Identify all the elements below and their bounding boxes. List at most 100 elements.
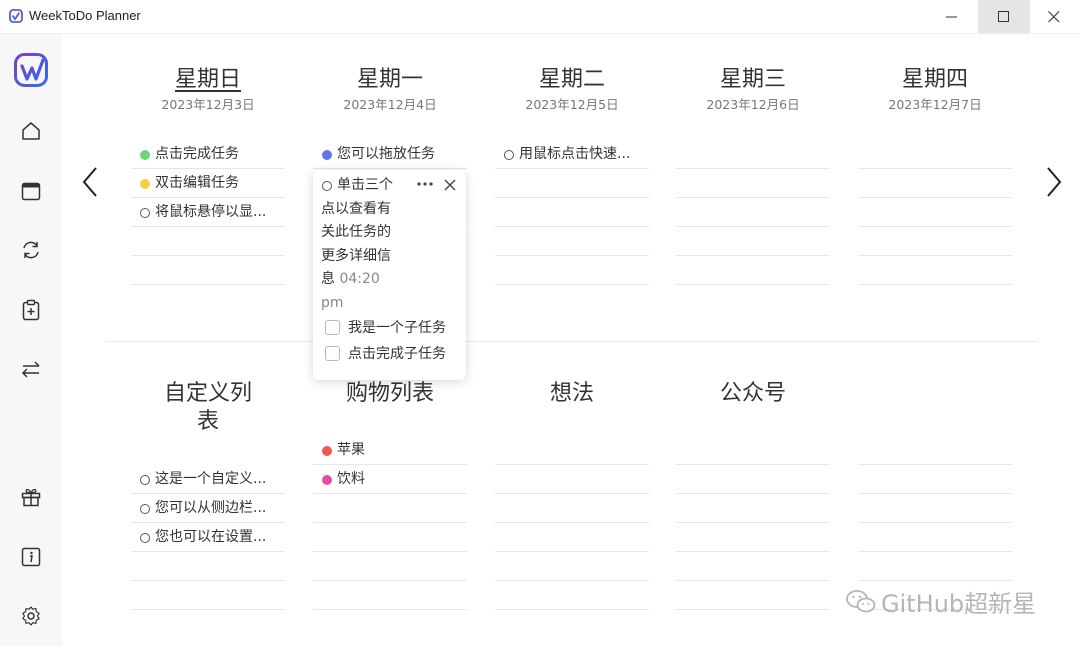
empty-task-slot[interactable] <box>858 169 1012 198</box>
sidebar-item-gift[interactable] <box>16 482 46 512</box>
close-icon <box>1048 10 1060 22</box>
popup-close-button[interactable] <box>442 177 458 193</box>
day-name[interactable]: 星期一 <box>313 65 467 95</box>
task-item[interactable]: 用鼠标点击快速... <box>495 140 649 169</box>
task-item[interactable]: 这是一个自定义... <box>131 465 285 494</box>
empty-list-column <box>858 380 1012 610</box>
prev-week-button[interactable] <box>78 162 102 202</box>
day-name[interactable]: 星期二 <box>495 65 649 95</box>
hollow-dot-icon <box>504 150 514 160</box>
sidebar-item-add-list[interactable] <box>16 295 46 325</box>
app-logo[interactable] <box>13 52 49 88</box>
empty-task-slot[interactable] <box>858 140 1012 169</box>
empty-task-slot[interactable] <box>858 198 1012 227</box>
empty-task-slot[interactable] <box>131 581 285 610</box>
window-title: WeekToDo Planner <box>29 8 141 23</box>
list-title[interactable]: 购物列表 <box>313 380 467 408</box>
day-date: 2023年12月7日 <box>888 97 982 112</box>
empty-task-slot[interactable] <box>676 552 830 581</box>
empty-task-slot[interactable] <box>676 140 830 169</box>
subtask-item[interactable]: 点击完成子任务 <box>324 344 446 364</box>
sidebar-item-settings[interactable] <box>16 601 46 631</box>
gift-icon <box>21 488 41 507</box>
empty-task-slot[interactable] <box>676 256 830 285</box>
next-week-button[interactable] <box>1042 162 1066 202</box>
task-item[interactable]: 将鼠标悬停以显... <box>131 198 285 227</box>
empty-task-slot[interactable] <box>131 227 285 256</box>
more-options-button[interactable] <box>415 176 435 192</box>
ideas-list-column: 想法 <box>495 380 649 610</box>
empty-task-slot[interactable] <box>495 198 649 227</box>
watermark: GitHub超新星 <box>845 584 1036 619</box>
minimize-button[interactable] <box>926 0 978 33</box>
list-title[interactable]: 想法 <box>495 380 649 408</box>
empty-task-slot[interactable] <box>676 494 830 523</box>
sidebar-item-calendar[interactable] <box>16 176 46 206</box>
close-button[interactable] <box>1028 0 1080 33</box>
list-title[interactable]: 自定义列表 <box>131 380 285 436</box>
empty-task-slot[interactable] <box>858 523 1012 552</box>
sidebar-item-info[interactable] <box>16 542 46 572</box>
task-item[interactable]: 饮料 <box>313 465 467 494</box>
empty-task-slot[interactable] <box>676 198 830 227</box>
day-date: 2023年12月3日 <box>161 97 255 112</box>
empty-task-slot[interactable] <box>676 465 830 494</box>
empty-task-slot[interactable] <box>495 552 649 581</box>
list-title[interactable]: 公众号 <box>676 380 830 408</box>
task-item[interactable]: 您也可以在设置... <box>131 523 285 552</box>
hollow-dot-icon <box>140 533 150 543</box>
empty-task-slot[interactable] <box>313 523 467 552</box>
task-item[interactable]: 苹果 <box>313 436 467 465</box>
chevron-left-icon <box>82 167 97 197</box>
sidebar-item-sync[interactable] <box>16 235 46 265</box>
empty-task-slot[interactable] <box>495 436 649 465</box>
main-area: 星期日 2023年12月3日 点击完成任务 双击编辑任务 将鼠标悬停以显... … <box>62 34 1080 646</box>
empty-task-slot[interactable] <box>495 169 649 198</box>
task-item[interactable]: 您可以拖放任务 <box>313 140 467 169</box>
day-name[interactable]: 星期四 <box>858 65 1012 95</box>
empty-task-slot[interactable] <box>676 227 830 256</box>
account-list-column: 公众号 <box>676 380 830 610</box>
empty-task-slot[interactable] <box>858 494 1012 523</box>
empty-task-slot[interactable] <box>131 552 285 581</box>
task-item[interactable]: 双击编辑任务 <box>131 169 285 198</box>
empty-task-slot[interactable] <box>131 256 285 285</box>
empty-task-slot[interactable] <box>495 494 649 523</box>
empty-task-slot[interactable] <box>495 465 649 494</box>
empty-task-slot[interactable] <box>676 436 830 465</box>
task-item[interactable]: 您可以从侧边栏... <box>131 494 285 523</box>
empty-task-slot[interactable] <box>858 436 1012 465</box>
empty-task-slot[interactable] <box>495 523 649 552</box>
empty-task-slot[interactable] <box>495 581 649 610</box>
empty-task-slot[interactable] <box>676 523 830 552</box>
empty-task-slot[interactable] <box>676 581 830 610</box>
blue-dot-icon <box>322 150 332 160</box>
sidebar-item-home[interactable] <box>16 116 46 146</box>
custom-list-column: 自定义列表 这是一个自定义... 您可以从侧边栏... 您也可以在设置... <box>131 380 285 610</box>
red-dot-icon <box>322 446 332 456</box>
empty-task-slot[interactable] <box>313 581 467 610</box>
empty-task-slot[interactable] <box>676 169 830 198</box>
task-item[interactable]: 点击完成任务 <box>131 140 285 169</box>
day-name[interactable]: 星期三 <box>676 65 830 95</box>
empty-task-slot[interactable] <box>495 256 649 285</box>
empty-task-slot[interactable] <box>495 227 649 256</box>
chevron-right-icon <box>1047 167 1062 197</box>
empty-task-slot[interactable] <box>313 552 467 581</box>
subtask-item[interactable]: 我是一个子任务 <box>324 318 446 338</box>
empty-task-slot[interactable] <box>858 256 1012 285</box>
info-icon <box>21 547 41 567</box>
day-name[interactable]: 星期日 <box>131 65 285 95</box>
empty-task-slot[interactable] <box>858 465 1012 494</box>
maximize-button[interactable] <box>978 0 1030 33</box>
swap-arrows-icon <box>21 361 40 378</box>
empty-task-slot[interactable] <box>858 227 1012 256</box>
empty-task-slot[interactable] <box>313 494 467 523</box>
subtask-checkbox[interactable] <box>325 320 340 335</box>
calendar-icon <box>21 182 41 201</box>
subtask-checkbox[interactable] <box>325 346 340 361</box>
day-column-monday: 星期一 2023年12月4日 您可以拖放任务 <box>313 65 467 285</box>
task-detail-text[interactable]: 单击三个 点以查看有 关此任务的 更多详细信 息 04:20 pm <box>321 174 411 315</box>
empty-task-slot[interactable] <box>858 552 1012 581</box>
sidebar-item-swap[interactable] <box>16 354 46 384</box>
